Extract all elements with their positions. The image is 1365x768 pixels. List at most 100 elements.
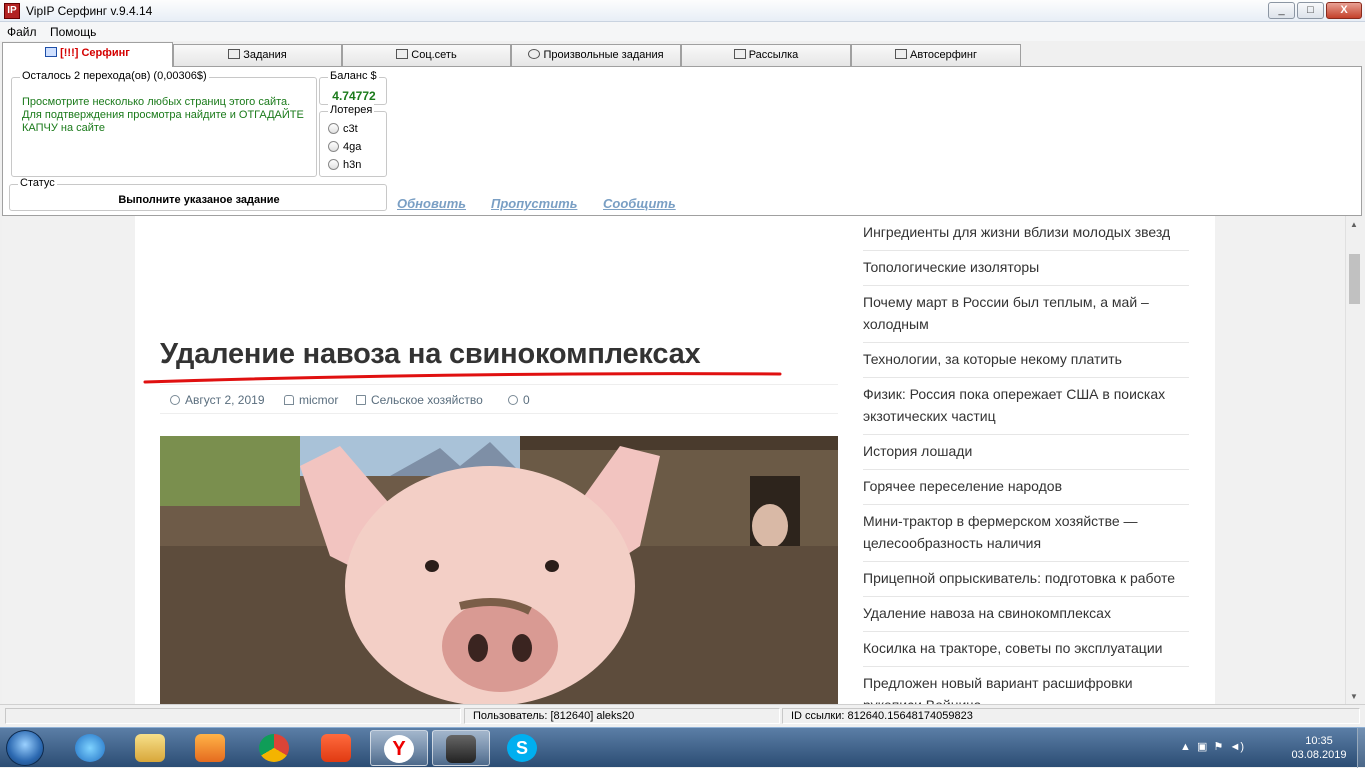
clock-time: 10:35 — [1305, 735, 1333, 747]
browser-view[interactable]: Удаление навоза на свинокомплексах Авгус… — [2, 216, 1362, 704]
vertical-scrollbar[interactable]: ▲ ▼ — [1345, 216, 1362, 704]
radio-icon[interactable] — [328, 159, 339, 170]
sidebar-link[interactable]: Почему март в России был теплым, а май –… — [863, 286, 1189, 343]
folder-icon — [135, 734, 165, 762]
task-instructions: Просмотрите несколько любых страниц этог… — [22, 96, 304, 134]
task-group: Осталось 2 перехода(ов) (0,00306$) Просм… — [11, 70, 317, 177]
article-comments[interactable]: 0 — [508, 393, 530, 407]
sidebar-link[interactable]: Физик: Россия пока опережает США в поиск… — [863, 378, 1189, 435]
title-bar: IP VipIP Серфинг v.9.4.14 _ □ X — [0, 0, 1365, 22]
tab-autosurfing[interactable]: Автосерфинг — [851, 44, 1021, 66]
network-icon[interactable]: ▣ — [1197, 741, 1207, 753]
taskbar-skype[interactable]: S — [494, 730, 552, 766]
taskbar-yandex[interactable]: Y — [370, 730, 428, 766]
maximize-button[interactable]: □ — [1297, 2, 1324, 19]
sidebar-link[interactable]: Топологические изоляторы — [863, 251, 1189, 286]
skype-icon: S — [507, 734, 537, 762]
lottery-option-4ga[interactable]: 4ga — [328, 141, 361, 153]
lottery-option-c3t[interactable]: c3t — [328, 123, 358, 135]
radio-icon[interactable] — [328, 141, 339, 152]
sidebar-link[interactable]: Удаление навоза на свинокомплексах — [863, 597, 1189, 632]
app-icon: IP — [4, 3, 20, 19]
status-label: Статус — [18, 177, 57, 189]
article-author[interactable]: micmor — [284, 393, 338, 407]
sidebar-link[interactable]: Мини-трактор в фермерском хозяйстве — це… — [863, 505, 1189, 562]
tab-bar: [!!!] Серфинг Задания Соц.сеть Произволь… — [0, 42, 1365, 67]
status-text: Выполните указаное задание — [118, 194, 280, 206]
calendar-icon — [733, 49, 746, 59]
taskbar: Y S ▲ ▣ ⚑ ◄) 10:35 03.08.2019 — [0, 727, 1365, 768]
sidebar-link[interactable]: Ингредиенты для жизни вблизи молодых зве… — [863, 216, 1189, 251]
user-icon — [284, 395, 294, 405]
balance-label: Баланс $ — [328, 70, 379, 82]
lottery-group: Лотерея c3t 4ga h3n — [319, 104, 387, 177]
brave-lion-icon — [321, 734, 351, 762]
taskbar-media-player[interactable] — [182, 730, 240, 766]
article-category[interactable]: Сельское хозяйство — [356, 393, 483, 407]
comment-icon — [508, 395, 518, 405]
clock[interactable]: 10:35 03.08.2019 — [1284, 734, 1354, 762]
taskbar-internet-explorer[interactable] — [62, 730, 120, 766]
report-link[interactable]: Сообщить — [603, 196, 676, 211]
taskbar-file-explorer[interactable] — [122, 730, 180, 766]
tab-surfing[interactable]: [!!!] Серфинг — [2, 42, 173, 67]
balance-value: 4.74772 — [332, 89, 376, 103]
globe-icon — [528, 49, 541, 59]
tab-tasks[interactable]: Задания — [173, 44, 342, 66]
surfing-panel: Осталось 2 перехода(ов) (0,00306$) Просм… — [2, 66, 1362, 216]
task-remaining: Осталось 2 перехода(ов) (0,00306$) — [20, 70, 209, 82]
sidebar-link[interactable]: Предложен новый вариант расшифровки руко… — [863, 667, 1189, 704]
sidebar-link[interactable]: История лошади — [863, 435, 1189, 470]
sidebar-link[interactable]: Горячее переселение народов — [863, 470, 1189, 505]
show-desktop-button[interactable] — [1357, 728, 1365, 768]
menu-file[interactable]: Файл — [7, 25, 37, 39]
yandex-icon: Y — [384, 735, 414, 763]
robot-icon — [895, 49, 907, 59]
status-link-id: ID ссылки: 812640.15648174059823 — [782, 708, 1360, 724]
article-date: Август 2, 2019 — [170, 393, 265, 407]
tab-social[interactable]: Соц.сеть — [342, 44, 511, 66]
flag-icon[interactable]: ⚑ — [1214, 741, 1224, 753]
window-icon — [228, 49, 241, 59]
internet-explorer-icon — [75, 734, 105, 762]
refresh-link[interactable]: Обновить — [397, 196, 466, 211]
minimize-button[interactable]: _ — [1268, 2, 1295, 19]
close-button[interactable]: X — [1326, 2, 1362, 19]
scroll-up-icon[interactable]: ▲ — [1350, 220, 1358, 229]
scroll-down-icon[interactable]: ▼ — [1350, 692, 1358, 701]
clock-date: 03.08.2019 — [1291, 749, 1347, 761]
tray-arrow-icon[interactable]: ▲ — [1180, 741, 1191, 753]
balance-group: Баланс $ 4.74772 — [319, 70, 387, 105]
users-icon — [396, 49, 409, 59]
skip-link[interactable]: Пропустить — [491, 196, 577, 211]
window-title: VipIP Серфинг v.9.4.14 — [26, 4, 153, 18]
film-icon — [45, 47, 58, 57]
lottery-label: Лотерея — [328, 104, 375, 116]
sidebar-link[interactable]: Косилка на тракторе, советы по эксплуата… — [863, 632, 1189, 667]
taskbar-chrome[interactable] — [246, 730, 304, 766]
status-cell-empty — [5, 708, 461, 724]
chrome-icon — [259, 734, 289, 762]
media-player-icon — [195, 734, 225, 762]
scroll-thumb[interactable] — [1349, 254, 1360, 304]
system-tray[interactable]: ▲ ▣ ⚑ ◄) — [1180, 740, 1244, 753]
menu-help[interactable]: Помощь — [50, 25, 96, 39]
red-underline-annotation — [143, 372, 782, 384]
folder-icon — [356, 395, 366, 405]
status-group: Статус Выполните указаное задание — [9, 177, 387, 211]
radio-icon[interactable] — [328, 123, 339, 134]
lottery-option-h3n[interactable]: h3n — [328, 159, 361, 171]
sidebar-link[interactable]: Технологии, за которые некому платить — [863, 343, 1189, 378]
sidebar-link[interactable]: Прицепной опрыскиватель: подготовка к ра… — [863, 562, 1189, 597]
menu-bar: Файл Помощь — [0, 22, 1365, 41]
sidebar-recent-posts: Ингредиенты для жизни вблизи молодых зве… — [863, 216, 1189, 704]
status-user: Пользователь: [812640] aleks20 — [464, 708, 780, 724]
taskbar-brave[interactable] — [308, 730, 366, 766]
taskbar-vpn-client[interactable] — [432, 730, 490, 766]
tab-custom-tasks[interactable]: Произвольные задания — [511, 44, 681, 66]
volume-icon[interactable]: ◄) — [1230, 741, 1245, 753]
status-bar: Пользователь: [812640] aleks20 ID ссылки… — [0, 704, 1365, 726]
tab-mailing[interactable]: Рассылка — [681, 44, 851, 66]
start-button[interactable] — [6, 730, 44, 766]
ghost-icon — [446, 735, 476, 763]
